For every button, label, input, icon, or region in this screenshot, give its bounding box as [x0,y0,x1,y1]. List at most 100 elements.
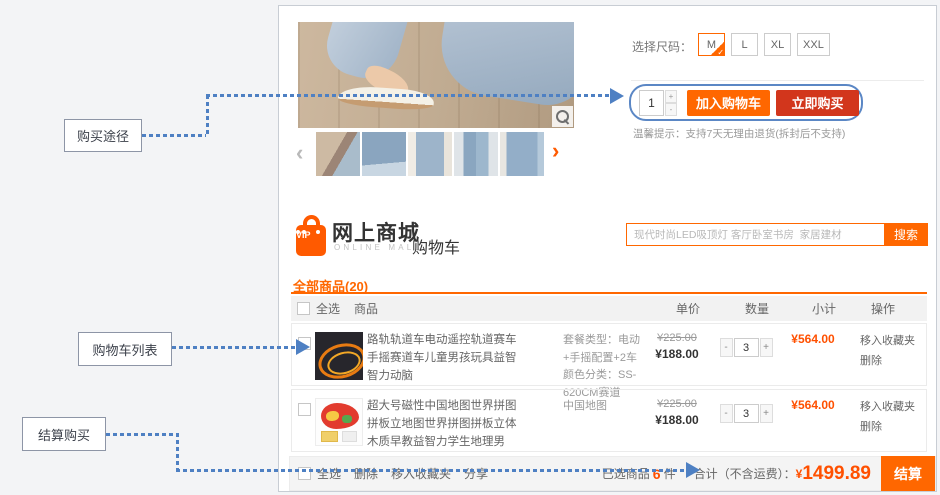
buy-now-button[interactable]: 立即购买 [776,90,859,116]
search-bar: 搜索 [626,223,928,246]
total-value: 1499.89 [802,463,871,485]
product-image-china-map[interactable] [315,398,363,446]
puzzle-piece [342,431,357,442]
product-thumbnail[interactable] [362,132,406,176]
select-all-link[interactable]: 全选 [317,465,341,482]
thumbnail-strip [316,132,544,176]
bag-body: VIP [296,225,326,256]
cart-footer-bar: 全选 删除 移入收藏夹 分享 已选商品 6 件 合计（不含运费）： ¥ 1499… [289,456,936,491]
product-title[interactable]: 超大号磁性中国地图世界拼图拼板立地图世界拼图拼板立体木质早教益智力学生地理男 [367,398,527,451]
row-quantity-input[interactable] [734,338,759,357]
shop-page-card: ‹ › 选择尺码： M ✓ L XL XXL [278,5,937,492]
page: 购买途径 购物车列表 结算购买 ‹ › [0,0,940,495]
search-button[interactable]: 搜索 [884,223,928,246]
header-quantity: 数量 [720,300,794,317]
total-label: 合计（不含运费）： [694,465,796,482]
arrow-icon [610,88,624,104]
dotted-line [206,94,610,97]
quantity-increase-button[interactable]: + [760,404,773,423]
map-shape [342,415,352,423]
row-quantity-input[interactable] [734,404,759,423]
header-product: 商品 [354,300,378,317]
quantity-decrease-button[interactable]: - [720,338,733,357]
select-all-checkbox[interactable] [297,302,310,315]
selected-items-prefix: 已选商品 [602,465,650,482]
product-thumbnail[interactable] [408,132,452,176]
share-link[interactable]: 分享 [464,465,488,482]
selected-items-count: 6 [653,466,661,482]
quantity-decrease-button[interactable]: - [665,103,677,116]
move-to-favorites-link[interactable]: 移入收藏夹 [860,332,916,352]
thumbnails-next-icon[interactable]: › [552,140,559,162]
product-title[interactable]: 路轨轨道车电动遥控轨道赛车手摇赛道车儿童男孩玩具益智智力动脑 [367,332,527,385]
quantity-spin-buttons: + - [665,90,677,116]
old-price: ¥225.00 [645,398,709,410]
quantity-increase-button[interactable]: + [760,338,773,357]
dotted-line [142,134,206,137]
quantity-cell: - + [709,404,783,423]
dotted-line [176,433,179,471]
quantity-stepper: + - [639,90,677,116]
product-thumbnail[interactable] [500,132,544,176]
header-price: 单价 [656,300,720,317]
product-specs: 中国地图 [563,398,645,416]
header-actions: 操作 [854,300,927,317]
product-thumbnail[interactable] [454,132,498,176]
product-main-image[interactable] [298,22,574,128]
checkout-button[interactable]: 结算 [881,456,935,491]
jeans-leg-shape [434,22,574,111]
product-image-race-track[interactable] [315,332,363,380]
arrow-icon [296,339,310,355]
annotation-purchase-path: 购买途径 [64,119,142,152]
mall-logo-bag-icon: VIP [296,215,326,256]
annotation-checkout-label: 结算购买 [38,425,90,444]
move-to-favorites-link[interactable]: 移入收藏夹 [860,398,916,418]
size-option-label: XL [771,39,784,51]
return-policy-tip: 温馨提示：支持7天无理由退货(拆封后不支持) [633,126,845,141]
row-checkbox[interactable] [298,403,311,416]
magnifier-icon[interactable] [552,106,573,127]
selected-items-suffix: 件 [664,465,676,482]
actions-cell: 移入收藏夹 删除 [843,398,916,438]
vip-badge: VIP [296,230,300,234]
arrow-icon [686,462,700,478]
thumbnails-prev-icon[interactable]: ‹ [296,142,303,164]
price-cell: ¥225.00 ¥188.00 [645,332,709,361]
size-option-label: XXL [803,39,824,51]
size-option-label: L [741,39,747,51]
cart-row: 超大号磁性中国地图世界拼图拼板立地图世界拼图拼板立体木质早教益智力学生地理男 中… [291,389,927,452]
quantity-decrease-button[interactable]: - [720,404,733,423]
buy-actions-group: + - 加入购物车 立即购买 [629,84,863,121]
quantity-increase-button[interactable]: + [665,90,677,103]
check-icon: ✓ [717,48,724,57]
quantity-input[interactable] [639,90,664,116]
dotted-line [206,95,209,137]
size-option-l[interactable]: L [731,33,758,56]
product-thumbnail[interactable] [316,132,360,176]
current-price: ¥188.00 [645,347,709,361]
annotation-purchase-path-label: 购买途径 [77,126,129,145]
search-input[interactable] [626,223,884,246]
subtotal: ¥564.00 [783,398,843,412]
size-label: 选择尺码： [632,38,692,55]
spec-line: 套餐类型：电动+手摇配置+2车 [563,332,645,367]
price-cell: ¥225.00 ¥188.00 [645,398,709,427]
delete-link[interactable]: 删除 [354,465,378,482]
delete-link[interactable]: 删除 [860,352,916,372]
delete-link[interactable]: 删除 [860,418,916,438]
size-option-xxl[interactable]: XXL [797,33,830,56]
slipper-shape [337,85,434,112]
move-to-favorites-link[interactable]: 移入收藏夹 [391,465,451,482]
dotted-line [176,469,686,472]
size-selector: 选择尺码： M ✓ L XL XXL [632,33,830,56]
size-option-m[interactable]: M ✓ [698,33,725,56]
header-select-all: 全选 [316,300,342,317]
add-to-cart-button[interactable]: 加入购物车 [687,90,770,116]
row-quantity-stepper: - + [720,404,773,423]
map-shape [326,411,339,421]
spec-line: 中国地图 [563,398,645,416]
size-option-xl[interactable]: XL [764,33,791,56]
tab-underline [291,292,927,294]
annotation-cart-list-label: 购物车列表 [92,340,157,359]
subtotal: ¥564.00 [783,332,843,346]
